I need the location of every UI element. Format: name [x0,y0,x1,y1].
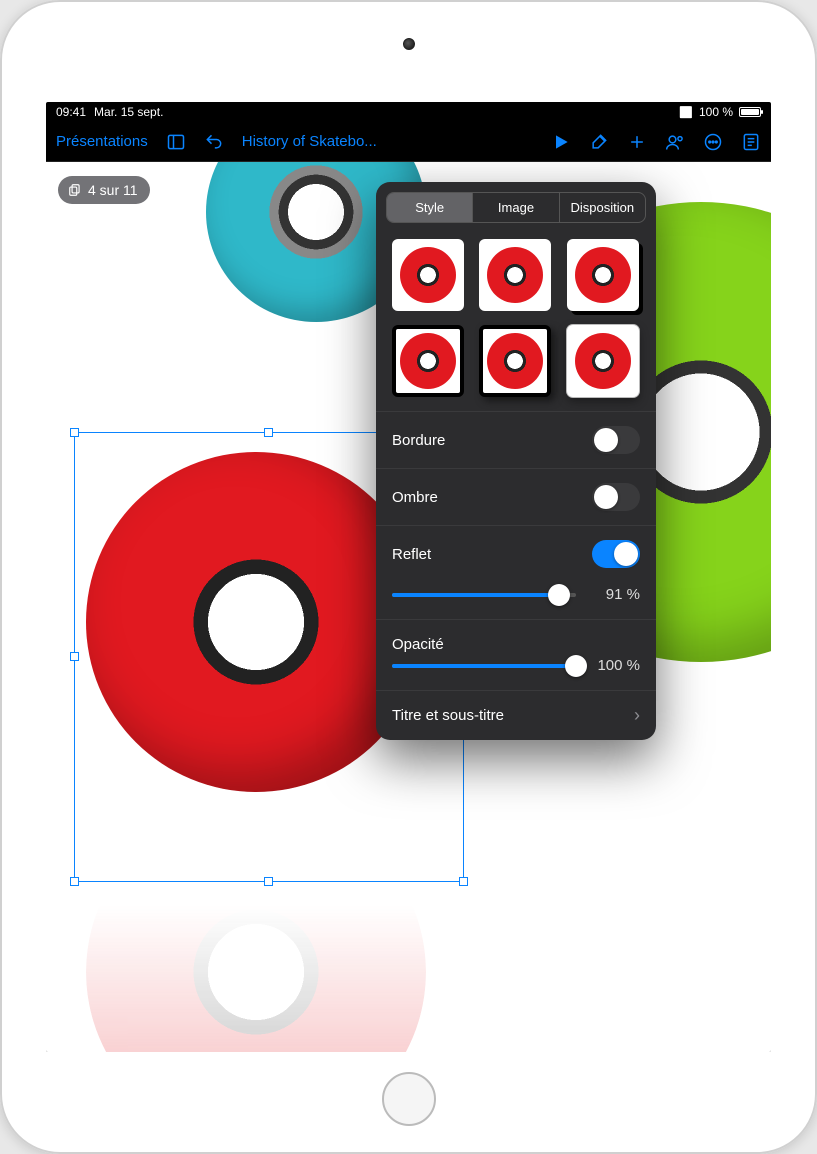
add-button[interactable] [627,132,647,152]
opacity-slider[interactable] [392,664,576,668]
format-brush-button[interactable] [589,132,609,152]
reflection-toggle[interactable] [592,540,640,568]
opacity-label-row: Opacité [376,619,656,653]
resize-handle-top-left[interactable] [70,428,79,437]
resize-handle-bottom-left[interactable] [70,877,79,886]
reflection-value: 91 % [588,586,640,603]
app-toolbar: Présentations History of Skatebo... [46,122,771,162]
style-preset-1[interactable] [392,239,464,311]
style-presets-grid [376,233,656,411]
style-preset-5[interactable] [479,325,551,397]
tab-image[interactable]: Image [473,193,559,222]
shadow-toggle[interactable] [592,483,640,511]
undo-button[interactable] [204,132,224,152]
reflection-slider[interactable] [392,593,576,597]
style-preset-2[interactable] [479,239,551,311]
status-date: Mar. 15 sept. [94,105,163,119]
tab-style[interactable]: Style [387,193,473,222]
border-row[interactable]: Bordure [376,411,656,468]
tab-layout[interactable]: Disposition [560,193,645,222]
resize-handle-bottom-right[interactable] [459,877,468,886]
sidebar-toggle-button[interactable] [166,132,186,152]
style-preset-4[interactable] [392,325,464,397]
home-button[interactable] [382,1072,436,1126]
slide-indicator-text: 4 sur 11 [88,182,138,198]
resize-handle-bottom-mid[interactable] [264,877,273,886]
format-tabs: Style Image Disposition [386,192,646,223]
camera-dot [403,38,415,50]
border-label: Bordure [392,432,445,449]
shadow-label: Ombre [392,489,438,506]
reflection-label: Reflet [392,546,431,563]
battery-icon [739,107,761,117]
status-bar: 09:41 Mar. 15 sept. 100 % [46,102,771,122]
opacity-label: Opacité [392,636,444,653]
shadow-row[interactable]: Ombre [376,468,656,525]
screen: 09:41 Mar. 15 sept. 100 % Présentations … [46,102,771,1052]
slides-icon [68,183,82,197]
reflection-slider-row: 91 % [376,582,656,619]
opacity-slider-row: 100 % [376,653,656,690]
battery-percent: 100 % [699,105,733,119]
back-button[interactable]: Présentations [56,133,148,150]
opacity-value: 100 % [588,657,640,674]
style-preset-6[interactable] [567,325,639,397]
play-button[interactable] [551,132,571,152]
presenter-notes-button[interactable] [741,132,761,152]
slide-indicator[interactable]: 4 sur 11 [58,176,150,204]
title-subtitle-label: Titre et sous-titre [392,707,504,724]
border-toggle[interactable] [592,426,640,454]
format-popover: Style Image Disposition Bordure [376,182,656,740]
title-subtitle-row[interactable]: Titre et sous-titre › [376,690,656,740]
ipad-frame: 09:41 Mar. 15 sept. 100 % Présentations … [0,0,817,1154]
resize-handle-mid-left[interactable] [70,652,79,661]
slide-canvas[interactable]: 4 sur 11 Style Image Di [46,162,771,1052]
status-time: 09:41 [56,105,86,119]
wifi-icon [679,105,693,119]
more-button[interactable] [703,132,723,152]
style-preset-3[interactable] [567,239,639,311]
collaborate-button[interactable] [665,132,685,152]
chevron-right-icon: › [634,705,640,726]
reflection-row[interactable]: Reflet [376,525,656,582]
resize-handle-top-mid[interactable] [264,428,273,437]
document-title[interactable]: History of Skatebo... [242,133,377,150]
